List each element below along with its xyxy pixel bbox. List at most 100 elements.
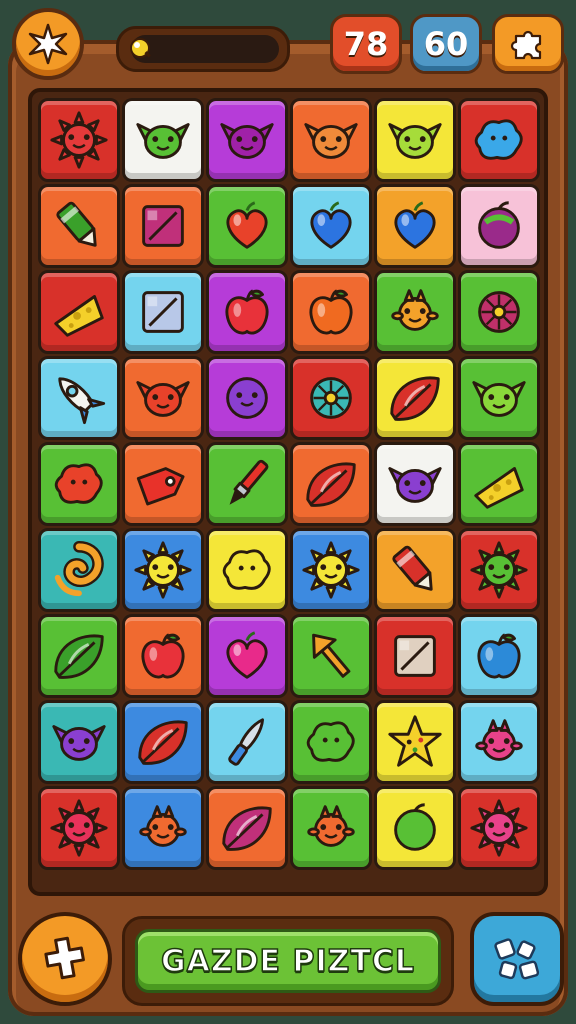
tile[interactable]	[38, 356, 120, 440]
blob-icon	[54, 463, 103, 504]
title-frame: GAZDE PIZTCL	[122, 916, 454, 1006]
tile[interactable]	[458, 700, 540, 784]
tile[interactable]	[374, 356, 456, 440]
tile[interactable]	[458, 528, 540, 612]
star-burst-icon	[28, 23, 68, 65]
tile[interactable]	[290, 98, 372, 182]
tile[interactable]	[122, 442, 204, 526]
critter-icon	[139, 805, 187, 847]
tile[interactable]	[122, 528, 204, 612]
tile[interactable]	[122, 614, 204, 698]
heart-icon	[226, 631, 268, 679]
knife-icon	[228, 718, 265, 766]
moves-counter: 78	[330, 14, 402, 74]
progress-bar	[116, 26, 290, 72]
heart-icon	[394, 201, 436, 249]
tile[interactable]	[38, 614, 120, 698]
goblin-face-icon	[304, 123, 358, 159]
tile[interactable]	[206, 528, 288, 612]
sun-face-icon	[50, 111, 108, 169]
tile[interactable]	[38, 786, 120, 870]
pieces-icon	[494, 938, 540, 980]
tile[interactable]	[38, 270, 120, 354]
tile[interactable]	[374, 528, 456, 612]
tile[interactable]	[206, 184, 288, 268]
tile[interactable]	[290, 356, 372, 440]
tile[interactable]	[290, 528, 372, 612]
tile[interactable]	[458, 356, 540, 440]
tile[interactable]	[122, 184, 204, 268]
goblin-face-icon	[52, 725, 106, 761]
critter-icon	[391, 289, 439, 331]
leaf-icon	[138, 720, 188, 765]
tile[interactable]	[38, 528, 120, 612]
sun-face-icon	[470, 541, 528, 599]
tile[interactable]	[122, 786, 204, 870]
fruit-icon	[394, 803, 436, 851]
cheese-icon	[474, 467, 524, 509]
tile[interactable]	[122, 356, 204, 440]
blob-icon	[306, 721, 355, 762]
tile[interactable]	[206, 614, 288, 698]
tile[interactable]	[458, 614, 540, 698]
tile[interactable]	[374, 184, 456, 268]
tile[interactable]	[458, 270, 540, 354]
apple-icon	[225, 289, 269, 335]
tile[interactable]	[374, 700, 456, 784]
tile[interactable]	[374, 614, 456, 698]
box-icon	[142, 291, 184, 333]
tile[interactable]	[374, 442, 456, 526]
tile[interactable]	[206, 442, 288, 526]
cheese-icon	[54, 295, 104, 337]
magnifier-icon	[130, 38, 151, 58]
critter-icon	[307, 805, 355, 847]
game-title: GAZDE PIZTCL	[135, 929, 441, 993]
pieces-button[interactable]	[470, 912, 564, 1006]
star-menu-button[interactable]	[12, 8, 84, 80]
tile[interactable]	[458, 442, 540, 526]
apple-icon	[309, 289, 353, 335]
tag-icon	[136, 467, 185, 506]
puzzle-button[interactable]	[492, 14, 564, 74]
tile[interactable]	[38, 700, 120, 784]
leaf-icon	[390, 376, 440, 421]
tile[interactable]	[290, 614, 372, 698]
sun-face-icon	[134, 541, 192, 599]
tile[interactable]	[206, 700, 288, 784]
wheel-icon	[310, 377, 352, 419]
tile[interactable]	[290, 786, 372, 870]
tile[interactable]	[374, 786, 456, 870]
box-icon	[394, 635, 436, 677]
marker-icon	[56, 201, 97, 247]
wheel-icon	[478, 291, 520, 333]
tile[interactable]	[38, 98, 120, 182]
tile[interactable]	[122, 270, 204, 354]
tile[interactable]	[458, 98, 540, 182]
tile[interactable]	[290, 700, 372, 784]
blob-icon	[474, 119, 523, 160]
tile[interactable]	[458, 786, 540, 870]
tile[interactable]	[374, 270, 456, 354]
tile[interactable]	[122, 700, 204, 784]
tile[interactable]	[38, 442, 120, 526]
tile[interactable]	[374, 98, 456, 182]
tile[interactable]	[206, 356, 288, 440]
critter-icon	[475, 719, 523, 761]
game-board	[28, 88, 548, 896]
shuffle-button[interactable]	[18, 912, 112, 1006]
tile[interactable]	[206, 270, 288, 354]
tile[interactable]	[206, 786, 288, 870]
tile[interactable]	[290, 270, 372, 354]
fruit-icon	[478, 201, 520, 249]
tile[interactable]	[290, 442, 372, 526]
goblin-face-icon	[136, 123, 190, 159]
swirl-icon	[54, 540, 104, 597]
tile[interactable]	[122, 98, 204, 182]
tile[interactable]	[458, 184, 540, 268]
sun-face-icon	[50, 799, 108, 857]
apple-icon	[141, 633, 185, 679]
tile[interactable]	[206, 98, 288, 182]
cross-puzzle-icon	[44, 936, 85, 980]
tile[interactable]	[38, 184, 120, 268]
tile[interactable]	[290, 184, 372, 268]
